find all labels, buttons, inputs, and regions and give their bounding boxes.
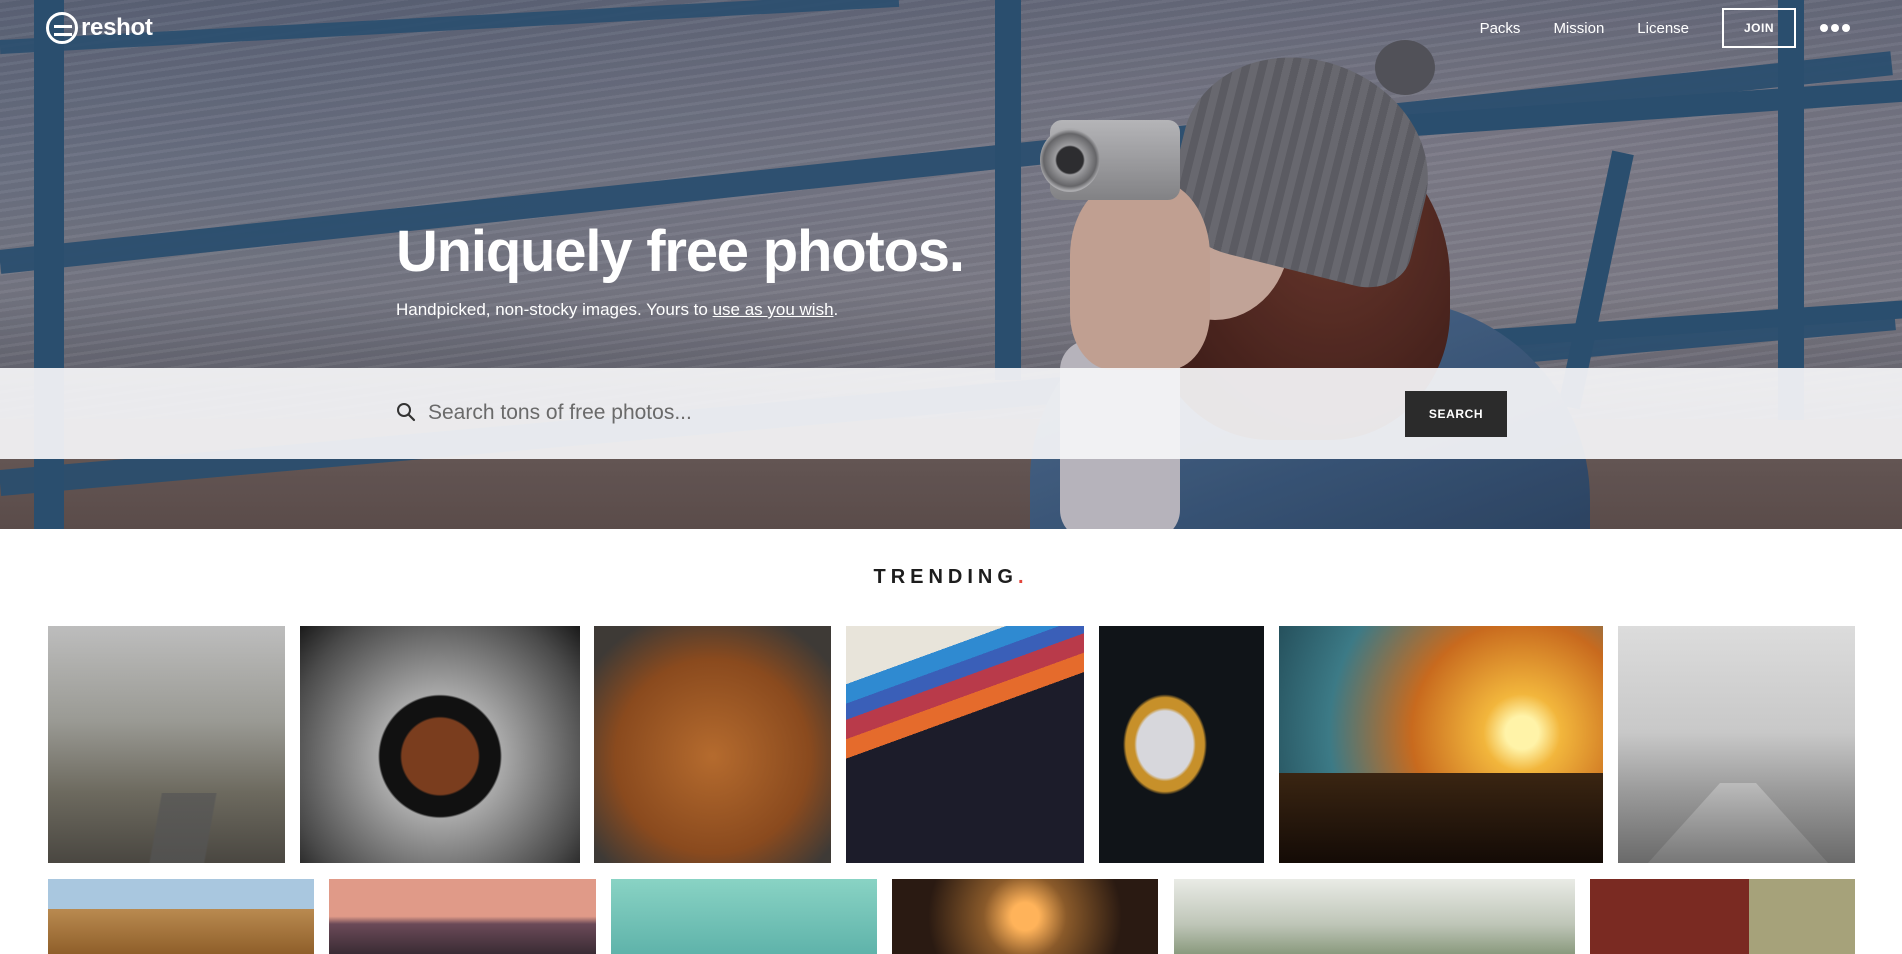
photo-tile[interactable]	[846, 626, 1084, 863]
subline-text: Handpicked, non-stocky images. Yours to	[396, 300, 713, 319]
photo-tile[interactable]	[611, 879, 877, 954]
photo-tile[interactable]	[329, 879, 596, 954]
hero-headline: Uniquely free photos.	[396, 219, 965, 284]
join-button[interactable]: JOIN	[1722, 8, 1796, 48]
dot	[1820, 24, 1828, 32]
photo-tile[interactable]	[1590, 879, 1855, 954]
photo-tile[interactable]	[594, 626, 831, 863]
trending-dot: .	[1017, 566, 1029, 588]
photo-tile[interactable]	[1174, 879, 1575, 954]
nav-link-license[interactable]: License	[1637, 20, 1689, 37]
photo-tile[interactable]	[48, 879, 314, 954]
nav-link-mission[interactable]: Mission	[1553, 20, 1604, 37]
nav-links: Packs Mission License JOIN	[1480, 0, 1902, 56]
reshot-logo-icon	[46, 12, 78, 44]
search-button[interactable]: SEARCH	[1405, 391, 1507, 437]
photo-tile[interactable]	[892, 879, 1158, 954]
search-icon	[397, 403, 416, 422]
nav-link-packs[interactable]: Packs	[1480, 20, 1521, 37]
photo-tile[interactable]	[300, 626, 580, 863]
subline-suffix: .	[833, 300, 839, 319]
trending-heading: TRENDING.	[0, 566, 1902, 589]
brand-logo[interactable]: reshot	[46, 12, 153, 44]
photo-tile[interactable]	[48, 626, 285, 863]
ellipsis-icon[interactable]	[1820, 24, 1850, 32]
photo-tile[interactable]	[1279, 626, 1603, 863]
top-nav: reshot Packs Mission License JOIN	[0, 0, 1902, 56]
search-input[interactable]	[428, 392, 1388, 434]
photo-tile[interactable]	[1099, 626, 1264, 863]
search-bar: SEARCH	[0, 368, 1902, 459]
trending-title: TRENDING	[873, 566, 1018, 588]
hero-subline: Handpicked, non-stocky images. Yours to …	[396, 300, 838, 320]
dot	[1831, 24, 1839, 32]
dot	[1842, 24, 1850, 32]
photo-tile[interactable]	[1618, 626, 1855, 863]
brand-name: reshot	[81, 14, 153, 41]
use-as-you-wish-link[interactable]: use as you wish	[713, 300, 834, 319]
